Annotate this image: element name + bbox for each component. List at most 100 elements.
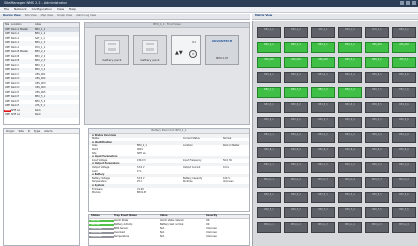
matrix-cell[interactable]: BPU_C_6 xyxy=(392,162,416,173)
matrix-cell[interactable]: BPU_6_4 xyxy=(338,72,362,83)
matrix-cell[interactable]: BPU_F_3 xyxy=(311,207,335,218)
matrix-cell[interactable]: BPU_B_3 xyxy=(311,147,335,158)
matrix-cell[interactable]: BPU_D_3 xyxy=(311,177,335,188)
up-down-arrows-icon[interactable]: ▲▼ xyxy=(175,51,183,56)
matrix-cell[interactable]: BPU_A_1 xyxy=(257,132,281,143)
tab-site-view[interactable]: Site View xyxy=(25,15,37,18)
matrix-cell[interactable]: BPU_B_6 xyxy=(392,147,416,158)
menu-item-file[interactable]: File xyxy=(4,8,9,11)
tab-matrix-view[interactable]: Matrix View xyxy=(255,15,272,18)
matrix-cell[interactable]: BPU_2_1 xyxy=(392,27,416,38)
matrix-cell[interactable]: BPU_G_5 xyxy=(365,222,389,233)
trap-row[interactable]: Unknown Temperature N/A Unknown xyxy=(89,235,249,239)
matrix-cell[interactable]: BPU_9_6 xyxy=(392,117,416,128)
tab-graph-view[interactable]: Graph View xyxy=(57,15,72,18)
matrix-cell[interactable]: BPU_6_2 xyxy=(284,72,308,83)
matrix-cell[interactable]: BPU_G_4 xyxy=(338,222,362,233)
col-site[interactable]: Site xyxy=(18,129,23,133)
matrix-cell[interactable]: BPU_F_2 xyxy=(284,207,308,218)
matrix-cell[interactable]: BPU_E_3 xyxy=(311,192,335,203)
battery-pack-module-2[interactable]: battery pack xyxy=(133,35,167,65)
matrix-cell[interactable]: BPU_5_1 xyxy=(338,57,362,68)
tree-row[interactable]: OPE SITE LA Rack xyxy=(4,113,79,118)
matrix-cell[interactable]: BPU_B_2 xyxy=(284,147,308,158)
matrix-cell[interactable]: BPU_6_3 xyxy=(311,72,335,83)
matrix-cell[interactable]: BPU_7_1 xyxy=(257,87,281,98)
matrix-cell[interactable]: ATS_5_1 xyxy=(392,57,416,68)
matrix-cell[interactable]: BPU_E_4 xyxy=(338,192,362,203)
matrix-cell[interactable]: BPU_7_6 xyxy=(392,87,416,98)
matrix-cell[interactable]: BPU_D_5 xyxy=(365,177,389,188)
matrix-cell[interactable]: BPU_8_5 xyxy=(365,102,389,113)
matrix-cell[interactable]: BPU_C_5 xyxy=(365,162,389,173)
matrix-cell[interactable]: BPU_F_4 xyxy=(338,207,362,218)
matrix-cell[interactable]: UPS_003 xyxy=(257,57,281,68)
matrix-cell[interactable]: BPU_9_5 xyxy=(365,117,389,128)
power-icon[interactable]: ⏻ xyxy=(189,50,197,58)
matrix-cell[interactable]: BPU_1_2 xyxy=(284,27,308,38)
matrix-cell[interactable]: BPU_C_4 xyxy=(338,162,362,173)
matrix-cell[interactable]: BPU_1_3 xyxy=(338,27,362,38)
matrix-cell[interactable]: PCU_1_1 xyxy=(365,27,389,38)
matrix-cell[interactable]: UPS_005 xyxy=(311,57,335,68)
matrix-cell[interactable]: BPU_D_4 xyxy=(338,177,362,188)
matrix-cell[interactable]: BPU_6_1 xyxy=(257,72,281,83)
matrix-cell[interactable]: BPU_C_2 xyxy=(284,162,308,173)
col-header[interactable]: Trap Event Name xyxy=(114,214,160,217)
tab-device-view[interactable]: Device View xyxy=(3,15,21,18)
matrix-cell[interactable]: BPU_F_5 xyxy=(365,207,389,218)
matrix-cell[interactable]: BPU_G_3 xyxy=(311,222,335,233)
matrix-cell[interactable]: BPU_A_4 xyxy=(338,132,362,143)
matrix-cell[interactable]: BPU_E_2 xyxy=(284,192,308,203)
matrix-cell[interactable]: BPU_7_5 xyxy=(365,87,389,98)
matrix-cell[interactable]: BPU_B_5 xyxy=(365,147,389,158)
matrix-cell[interactable]: UPS_002 xyxy=(392,42,416,53)
matrix-cell[interactable]: BPU_D_2 xyxy=(284,177,308,188)
matrix-cell[interactable]: BPU_8_2 xyxy=(284,102,308,113)
matrix-cell[interactable]: BPU_E_1 xyxy=(257,192,281,203)
matrix-cell[interactable]: BPU_A_3 xyxy=(311,132,335,143)
control-panel-module[interactable]: 01 ▲▼ ⏻ xyxy=(171,35,201,65)
col-status[interactable]: Sta xyxy=(4,23,11,27)
maximize-icon[interactable] xyxy=(406,1,410,5)
matrix-cell[interactable]: BPU_C_1 xyxy=(257,162,281,173)
matrix-cell[interactable]: BPU_G_2 xyxy=(284,222,308,233)
matrix-cell[interactable]: BPU_2_2 xyxy=(257,42,281,53)
matrix-cell[interactable]: BPU_7_2 xyxy=(284,87,308,98)
menu-item-configuration[interactable]: Configuration xyxy=(32,8,52,11)
matrix-cell[interactable]: BPU_1_1 xyxy=(257,27,281,38)
matrix-cell[interactable]: BPU_8_1 xyxy=(257,102,281,113)
matrix-cell[interactable]: BPU_E_6 xyxy=(392,192,416,203)
col-header[interactable]: Status xyxy=(89,214,114,217)
menu-item-network[interactable]: Network xyxy=(14,8,27,11)
matrix-cell[interactable]: BPU_E_5 xyxy=(365,192,389,203)
matrix-cell[interactable]: BPU_7_4 xyxy=(338,87,362,98)
col-header[interactable]: Severity xyxy=(206,214,246,217)
matrix-cell[interactable]: BPU_A_2 xyxy=(284,132,308,143)
matrix-cell[interactable]: BPU_C_3 xyxy=(311,162,335,173)
matrix-cell[interactable]: BPU_7_3 xyxy=(311,87,335,98)
matrix-cell[interactable]: BPU_9_2 xyxy=(284,117,308,128)
matrix-cell[interactable]: BPU_D_1 xyxy=(257,177,281,188)
matrix-cell[interactable]: BPU_B_1 xyxy=(257,147,281,158)
matrix-cell[interactable]: BPU_F_6 xyxy=(392,207,416,218)
matrix-cell[interactable]: BPU_8_4 xyxy=(338,102,362,113)
col-alarm[interactable]: Alarm xyxy=(44,129,52,133)
matrix-cell[interactable]: BPU_6_6 xyxy=(392,72,416,83)
matrix-cell[interactable]: BPU_3_1 xyxy=(311,42,335,53)
close-icon[interactable] xyxy=(412,1,416,5)
col-alias[interactable]: Alias xyxy=(35,23,79,27)
matrix-cell[interactable]: BPU_6_5 xyxy=(365,72,389,83)
matrix-cell[interactable]: BPU_8_3 xyxy=(311,102,335,113)
matrix-cell[interactable]: BPU_8_6 xyxy=(392,102,416,113)
matrix-cell[interactable]: BPU_G_6 xyxy=(392,222,416,233)
matrix-cell[interactable]: BPU_D_6 xyxy=(392,177,416,188)
matrix-cell[interactable]: UPS_001 xyxy=(365,42,389,53)
col-type[interactable]: Type xyxy=(34,129,40,133)
col-header[interactable]: Value xyxy=(160,214,206,217)
matrix-cell[interactable]: BPU_5_2 xyxy=(365,57,389,68)
col-location[interactable]: Location xyxy=(11,23,35,27)
matrix-cell[interactable]: BPU_F_1 xyxy=(257,207,281,218)
menu-item-view[interactable]: View xyxy=(57,8,64,11)
tab-map-view[interactable]: Map View xyxy=(41,15,53,18)
